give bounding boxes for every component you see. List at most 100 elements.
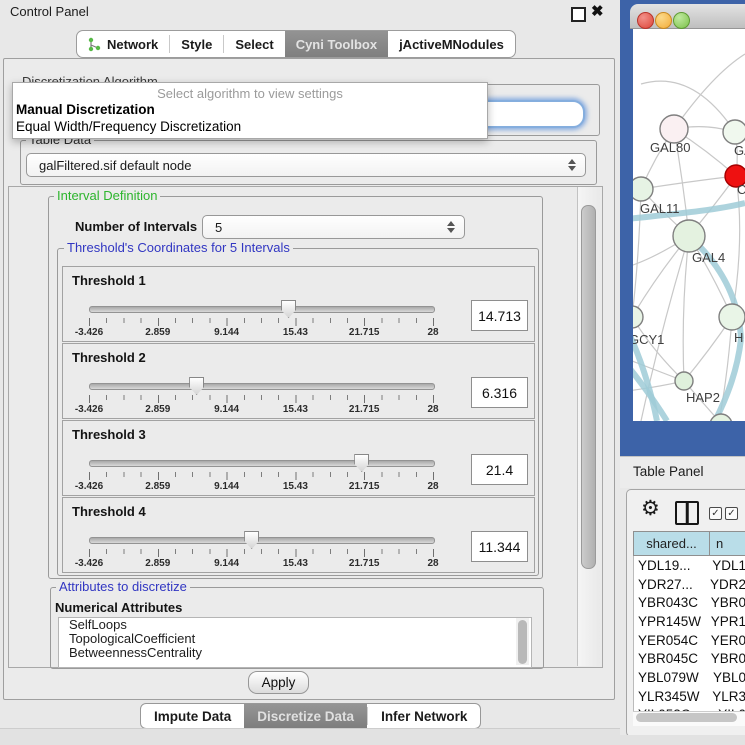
- network-node-label: GA: [734, 143, 745, 158]
- network-node[interactable]: [633, 177, 653, 201]
- attributes-scrollbar-thumb[interactable]: [518, 620, 527, 664]
- network-node[interactable]: [719, 304, 745, 330]
- threshold-label: Threshold 2: [72, 350, 146, 365]
- threshold-row: Threshold 2-3.4262.8599.14415.4321.71528…: [62, 343, 535, 419]
- threshold-row: Threshold 4-3.4262.8599.14415.4321.71528…: [62, 497, 535, 573]
- numerical-attributes-list[interactable]: SelfLoopsTopologicalCoefficientBetweenne…: [58, 617, 532, 668]
- threshold-value-field[interactable]: 21.4: [471, 454, 528, 485]
- cell-shared-name: YPR145W: [634, 614, 707, 629]
- attribute-list-item[interactable]: SelfLoops: [59, 618, 531, 632]
- num-intervals-label: Number of Intervals: [75, 219, 197, 234]
- split-table-icon[interactable]: [675, 501, 699, 525]
- network-node[interactable]: [675, 372, 693, 390]
- table-row[interactable]: YLR345WYLR3: [634, 687, 745, 706]
- network-canvas[interactable]: GAL80GACGAL11GAL4GCY1HHAP2: [633, 29, 745, 421]
- tick-label: 28: [427, 481, 438, 492]
- tab-select[interactable]: Select: [224, 31, 284, 57]
- vertical-scrollbar-thumb[interactable]: [581, 205, 596, 569]
- checkbox-icon[interactable]: ✓: [709, 507, 722, 520]
- network-edge[interactable]: [641, 81, 735, 132]
- minimize-traffic-light-icon[interactable]: [655, 12, 672, 29]
- tab-network[interactable]: Network: [77, 31, 169, 57]
- table-row[interactable]: YBR043CYBR0: [634, 593, 745, 612]
- slider-thumb[interactable]: [281, 300, 296, 318]
- network-edge[interactable]: [674, 54, 745, 129]
- top-tab-bar: Network Style Select Cyni Toolbox jActiv…: [76, 30, 516, 58]
- cell-shared-name: YBR045C: [634, 651, 707, 666]
- close-traffic-light-icon[interactable]: [637, 12, 654, 29]
- network-thick-edge[interactable]: [633, 365, 667, 421]
- apply-button[interactable]: Apply: [248, 671, 309, 694]
- table-row[interactable]: YDR27...YDR2: [634, 575, 745, 594]
- table-row[interactable]: YER054CYER0: [634, 631, 745, 650]
- tab-select-label: Select: [235, 37, 273, 52]
- bottom-strip: [0, 728, 620, 745]
- network-node[interactable]: [673, 220, 705, 252]
- table-data-combobox[interactable]: galFiltered.sif default node: [26, 153, 586, 177]
- tick-label: 2.859: [145, 404, 170, 415]
- slider-track[interactable]: [89, 460, 435, 467]
- column-header-name[interactable]: n: [709, 531, 745, 556]
- slider-thumb[interactable]: [244, 531, 259, 549]
- algorithm-placeholder: Select algorithm to view settings: [13, 86, 487, 101]
- menu-item-manual-discretization[interactable]: Manual Discretization: [16, 102, 155, 117]
- network-window-titlebar[interactable]: [630, 4, 745, 29]
- horizontal-scrollbar-thumb[interactable]: [636, 713, 737, 722]
- tab-discretize-data-label: Discretize Data: [257, 709, 354, 724]
- attributes-group-label: Attributes to discretize: [56, 580, 190, 594]
- network-node[interactable]: [633, 306, 643, 328]
- tick-label: -3.426: [75, 327, 103, 338]
- interval-definition-label: Interval Definition: [54, 189, 160, 203]
- tick-label: 15.43: [283, 327, 308, 338]
- tick-label: 15.43: [283, 558, 308, 569]
- tick-label: 2.859: [145, 481, 170, 492]
- control-panel-titlebar: [0, 0, 620, 24]
- network-edge[interactable]: [641, 176, 736, 189]
- cell-name: YDR2: [706, 577, 745, 592]
- table-row[interactable]: YDL19...YDL1: [634, 556, 745, 575]
- network-node[interactable]: [660, 115, 688, 143]
- tab-jactivemnodules[interactable]: jActiveMNodules: [388, 31, 515, 57]
- network-node-label: GAL11: [640, 201, 680, 216]
- num-intervals-combobox[interactable]: 5: [202, 215, 465, 239]
- checkbox-icon[interactable]: ✓: [725, 507, 738, 520]
- network-thick-edge[interactable]: [715, 339, 741, 421]
- tab-cyni-toolbox[interactable]: Cyni Toolbox: [285, 31, 388, 57]
- attribute-list-item[interactable]: BetweennessCentrality: [59, 646, 531, 660]
- slider-track[interactable]: [89, 306, 435, 313]
- tick-label: 9.144: [214, 327, 239, 338]
- network-node-label: H: [734, 330, 743, 345]
- tick-label: -3.426: [75, 558, 103, 569]
- node-table-rows: YDL19...YDL1YDR27...YDR2YBR043CYBR0YPR14…: [633, 556, 745, 711]
- close-icon[interactable]: ✖: [591, 2, 604, 20]
- zoom-traffic-light-icon[interactable]: [673, 12, 690, 29]
- threshold-value-field[interactable]: 6.316: [471, 377, 528, 408]
- network-edge[interactable]: [683, 236, 689, 381]
- float-window-icon[interactable]: [571, 7, 586, 22]
- cell-shared-name: YBR043C: [634, 595, 707, 610]
- table-row[interactable]: YBR045CYBR0: [634, 649, 745, 668]
- table-row[interactable]: YPR145WYPR1: [634, 612, 745, 631]
- menu-item-equal-width-frequency[interactable]: Equal Width/Frequency Discretization: [16, 119, 241, 134]
- gear-icon[interactable]: ⚙: [641, 498, 660, 520]
- threshold-value-field[interactable]: 14.713: [471, 300, 528, 331]
- tick-label: 28: [427, 327, 438, 338]
- slider-thumb[interactable]: [354, 454, 369, 472]
- tab-style[interactable]: Style: [170, 31, 223, 57]
- table-data-selected: galFiltered.sif default node: [39, 158, 191, 173]
- network-node-label: HAP2: [686, 390, 720, 405]
- tab-impute-data[interactable]: Impute Data: [141, 704, 244, 728]
- attribute-list-item[interactable]: TopologicalCoefficient: [59, 632, 531, 646]
- tab-discretize-data[interactable]: Discretize Data: [244, 704, 367, 728]
- cell-name: YLR3: [708, 689, 745, 704]
- network-icon: [88, 37, 101, 52]
- threshold-value-field[interactable]: 11.344: [471, 531, 528, 562]
- slider-track[interactable]: [89, 537, 435, 544]
- cell-shared-name: YBL079W: [634, 670, 709, 685]
- table-row[interactable]: YBL079WYBL0: [634, 668, 745, 687]
- tab-infer-network[interactable]: Infer Network: [368, 704, 480, 728]
- slider-track[interactable]: [89, 383, 435, 390]
- column-header-shared[interactable]: shared...: [633, 531, 710, 556]
- slider-thumb[interactable]: [189, 377, 204, 395]
- network-node[interactable]: [723, 120, 745, 144]
